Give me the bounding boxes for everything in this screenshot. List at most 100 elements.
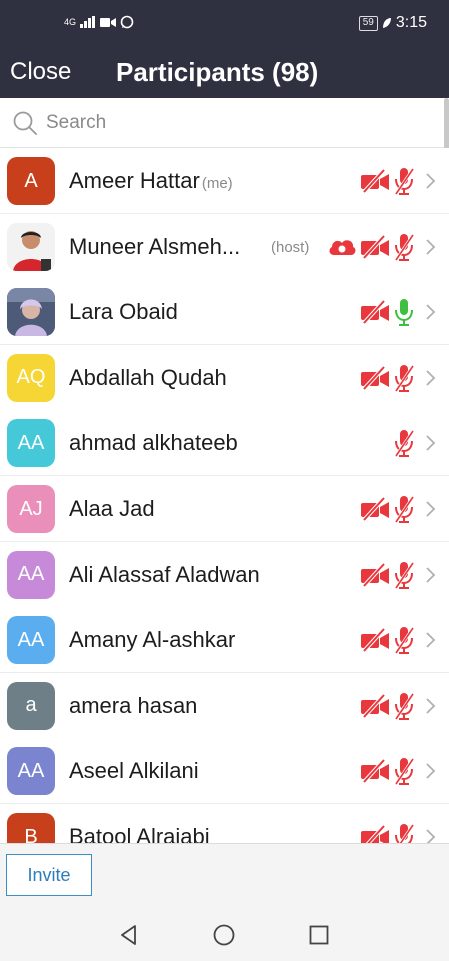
host-tag: (host) (271, 238, 310, 256)
participant-name: Ameer Hattar (me) (69, 168, 233, 194)
avatar-initials: AA (17, 431, 45, 454)
chevron-right-icon[interactable] (425, 434, 437, 452)
status-left: 4G (64, 15, 134, 29)
status-right: 59 3:15 (358, 14, 427, 32)
participant-row[interactable]: AA Aseel Alkilani (0, 738, 449, 805)
participant-row[interactable]: Lara Obaid (0, 279, 449, 346)
video-off-icon[interactable] (360, 758, 390, 784)
participant-name-text: Aseel Alkilani (69, 758, 199, 784)
mic-off-icon[interactable] (393, 691, 415, 721)
video-off-icon[interactable] (360, 299, 390, 325)
mic-off-icon[interactable] (393, 756, 415, 786)
avatar: a (7, 681, 55, 730)
participant-name: Alaa Jad (69, 496, 155, 522)
chevron-right-icon[interactable] (425, 369, 437, 387)
participant-tag: (me) (201, 175, 233, 192)
mic-off-icon[interactable] (393, 166, 415, 196)
chevron-right-icon[interactable] (425, 631, 437, 649)
participant-status-icons (360, 166, 437, 196)
avatar-initials: a (25, 694, 37, 717)
search-input[interactable] (46, 110, 426, 136)
participant-row[interactable]: AA ahmad alkhateeb (0, 410, 449, 477)
participant-name-text: Alaa Jad (69, 496, 155, 521)
avatar: A (7, 157, 55, 205)
recents-icon[interactable] (309, 925, 329, 945)
mic-off-icon[interactable] (393, 232, 415, 262)
back-icon[interactable] (118, 924, 140, 946)
mic-off-icon[interactable] (393, 494, 415, 524)
woman-photo (7, 288, 55, 337)
avatar-initials: AA (17, 628, 45, 651)
video-off-icon[interactable] (360, 562, 390, 588)
mic-off-icon[interactable] (393, 428, 415, 458)
participant-name: Abdallah Qudah (69, 365, 227, 391)
participant-status-icons (393, 428, 437, 458)
participants-header: Close Participants (98) (0, 50, 449, 98)
participant-name-text: ahmad alkhateeb (69, 430, 238, 456)
avatar: AQ (7, 353, 55, 402)
video-off-icon[interactable] (360, 365, 390, 391)
avatar: AA (7, 550, 55, 599)
signal-icon (80, 16, 96, 28)
participant-name: ahmad alkhateeb (69, 430, 238, 456)
participant-list[interactable]: A Ameer Hattar (me) Muneer Alsmeh... (host) L… (0, 148, 449, 843)
mic-off-icon[interactable] (393, 560, 415, 590)
avatar-initials: B (24, 825, 38, 844)
mic-off-icon[interactable] (393, 625, 415, 655)
avatar: AA (7, 419, 55, 468)
video-off-icon[interactable] (360, 168, 390, 194)
chevron-right-icon[interactable] (425, 828, 437, 843)
chevron-right-icon[interactable] (425, 566, 437, 584)
home-icon[interactable] (213, 924, 235, 946)
mic-off-icon[interactable] (393, 822, 415, 843)
video-off-icon[interactable] (360, 234, 390, 260)
participant-status-icons (360, 625, 437, 655)
battery-icon: 59 (358, 15, 378, 31)
participant-row[interactable]: AA Ali Alassaf Aladwan (0, 541, 449, 608)
participant-name-text: Ali Alassaf Aladwan (69, 561, 260, 587)
participant-status-icons (360, 297, 437, 327)
chevron-right-icon[interactable] (425, 303, 437, 321)
clock: 3:15 (395, 14, 427, 31)
participant-row[interactable]: AA Amany Al-ashkar (0, 607, 449, 674)
status-bar: 4G 59 3:15 (0, 0, 449, 50)
avatar: AA (7, 747, 55, 796)
participant-name-text: Muneer Alsmeh... (69, 233, 241, 259)
chevron-right-icon[interactable] (425, 172, 437, 190)
mic-icon[interactable] (393, 297, 415, 327)
participant-name: Lara Obaid (69, 299, 178, 325)
participant-status-icons (360, 494, 437, 524)
chevron-right-icon[interactable] (425, 500, 437, 518)
invite-button[interactable]: Invite (6, 854, 92, 896)
participant-status-icons (360, 691, 437, 721)
mic-off-icon[interactable] (393, 363, 415, 393)
video-off-icon[interactable] (360, 693, 390, 719)
chevron-right-icon[interactable] (425, 697, 437, 715)
search-bar (0, 98, 449, 148)
participant-row[interactable]: B Batool Alrajabi (0, 804, 449, 843)
avatar: AJ (7, 485, 55, 533)
video-off-icon[interactable] (360, 824, 390, 843)
participant-name-text: Amany Al-ashkar (69, 627, 236, 653)
participant-name: Batool Alrajabi (69, 824, 210, 843)
participant-name: amera hasan (69, 693, 197, 719)
video-off-icon[interactable] (360, 627, 390, 653)
close-button[interactable]: Close (10, 58, 71, 86)
chevron-right-icon[interactable] (425, 238, 437, 256)
avatar-initials: AA (17, 563, 45, 586)
chevron-right-icon[interactable] (425, 762, 437, 780)
participant-name-text: Lara Obaid (69, 299, 178, 325)
participant-row[interactable]: A Ameer Hattar (me) (0, 148, 449, 214)
participant-status-icons (360, 363, 437, 393)
navigation-bar (0, 910, 449, 961)
participant-row[interactable]: Muneer Alsmeh... (host) (0, 213, 449, 280)
participant-row[interactable]: AQ Abdallah Qudah (0, 344, 449, 411)
invite-label: Invite (27, 864, 71, 885)
participant-row[interactable]: AJ Alaa Jad (0, 476, 449, 542)
participant-name-text: amera hasan (69, 692, 198, 718)
video-off-icon[interactable] (360, 496, 390, 522)
avatar (7, 222, 55, 271)
participant-row[interactable]: a amera hasan (0, 672, 449, 739)
cloud-recording-icon (329, 239, 356, 255)
avatar: AA (7, 616, 55, 665)
